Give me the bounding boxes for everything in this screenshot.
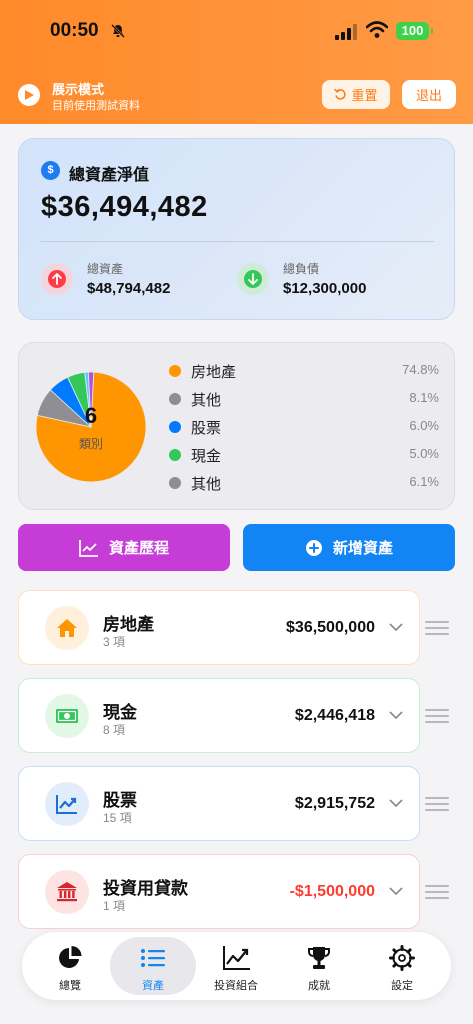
legend-percent: 6.1%	[409, 474, 439, 489]
drag-handle[interactable]	[425, 797, 449, 811]
category-count-unit: 類別	[78, 437, 103, 451]
total-liabilities-label: 總負債	[283, 262, 320, 276]
total-liabilities-value: $12,300,000	[283, 280, 367, 297]
asset-category-investment-loan[interactable]: 投資用貸款 1 項 -$1,500,000	[18, 854, 420, 929]
chevron-down-icon[interactable]	[389, 622, 403, 632]
reset-button[interactable]: 重置	[322, 80, 390, 109]
add-asset-label: 新增資產	[332, 540, 393, 557]
asset-name: 股票	[103, 791, 137, 810]
line-chart-icon	[223, 946, 250, 970]
reset-label: 重置	[351, 88, 378, 103]
chevron-down-icon[interactable]	[389, 886, 403, 896]
asset-category-real-estate[interactable]: 房地產 3 項 $36,500,000	[18, 590, 420, 665]
drag-handle[interactable]	[425, 621, 449, 635]
gear-icon	[389, 945, 415, 971]
asset-name: 房地產	[103, 615, 154, 634]
demo-mode-subtitle: 目前使用測試資料	[52, 100, 140, 112]
asset-history-button[interactable]: 資產歷程	[18, 524, 230, 571]
net-worth-value: $36,494,482	[41, 191, 208, 223]
legend-dot	[169, 449, 181, 461]
asset-category-cash[interactable]: 現金 8 項 $2,446,418	[18, 678, 420, 753]
tab-assets[interactable]: 資產	[110, 937, 196, 995]
bell-slash-icon	[111, 24, 125, 38]
legend-item: 現金 5.0%	[169, 444, 439, 466]
legend-label: 其他	[191, 476, 222, 493]
pie-chart-icon	[59, 946, 82, 968]
category-count: 6	[84, 403, 98, 428]
asset-name: 投資用貸款	[103, 879, 188, 898]
chart-up-icon	[45, 782, 89, 826]
legend-label: 其他	[191, 392, 222, 409]
tab-overview[interactable]: 總覽	[27, 937, 113, 995]
line-chart-icon	[79, 539, 98, 557]
legend-percent: 6.0%	[409, 418, 439, 433]
asset-history-label: 資產歷程	[108, 540, 169, 557]
total-assets-value: $48,794,482	[87, 280, 171, 297]
asset-amount: -$1,500,000	[289, 883, 375, 900]
asset-amount: $2,915,752	[294, 795, 375, 812]
chevron-down-icon[interactable]	[389, 710, 403, 720]
net-worth-card: $ 總資產淨值 $36,494,482 總資產 $48,794,482 總負債 …	[18, 138, 455, 320]
asset-count: 15 項	[103, 811, 132, 825]
legend-percent: 74.8%	[402, 362, 439, 377]
tab-label: 總覽	[59, 980, 81, 992]
legend-dot	[169, 393, 181, 405]
legend-item: 房地產 74.8%	[169, 360, 439, 382]
legend-dot	[169, 365, 181, 377]
house-icon	[45, 606, 89, 650]
plus-circle-icon	[305, 539, 322, 556]
asset-count: 1 項	[103, 899, 126, 913]
legend-item: 其他 8.1%	[169, 388, 439, 410]
add-asset-button[interactable]: 新增資產	[243, 524, 455, 571]
tab-portfolio[interactable]: 投資組合	[193, 937, 279, 995]
tab-bar: 總覽 資產 投資組合 成就 設定	[22, 932, 451, 1000]
total-assets-label: 總資產	[87, 262, 124, 276]
reset-icon	[334, 88, 347, 100]
legend-item: 股票 6.0%	[169, 416, 439, 438]
status-time: 00:50	[50, 20, 99, 41]
legend-label: 房地產	[191, 364, 237, 381]
banknote-icon	[45, 694, 89, 738]
category-distribution-card: 6 類別 房地產 74.8% 其他 8.1% 股票 6.0% 現金 5.0% 其…	[18, 342, 455, 510]
battery-indicator: 100	[396, 22, 433, 40]
tab-settings[interactable]: 設定	[359, 937, 445, 995]
tab-label: 設定	[391, 980, 413, 992]
chevron-down-icon[interactable]	[389, 798, 403, 808]
asset-category-stocks[interactable]: 股票 15 項 $2,915,752	[18, 766, 420, 841]
header: 00:50 100 展示模式 目前使用測試資料 重置 退出	[0, 0, 473, 124]
legend-percent: 5.0%	[409, 446, 439, 461]
dollar-icon: $	[41, 161, 60, 180]
exit-button[interactable]: 退出	[402, 80, 456, 109]
legend-percent: 8.1%	[409, 390, 439, 405]
net-worth-title: 總資產淨值	[69, 167, 150, 184]
asset-count: 3 項	[103, 635, 126, 649]
legend-dot	[169, 477, 181, 489]
drag-handle[interactable]	[425, 709, 449, 723]
bank-icon	[45, 870, 89, 914]
legend-dot	[169, 421, 181, 433]
tab-label: 成就	[308, 980, 330, 992]
arrow-up-icon	[41, 263, 73, 295]
signal-icon	[335, 24, 357, 40]
tab-label: 資產	[142, 980, 164, 992]
demo-mode-title: 展示模式	[52, 82, 105, 97]
tab-label: 投資組合	[214, 980, 258, 992]
asset-count: 8 項	[103, 723, 126, 737]
legend-label: 股票	[191, 420, 222, 437]
play-icon	[18, 84, 40, 106]
legend-label: 現金	[191, 448, 222, 465]
asset-name: 現金	[103, 703, 137, 722]
asset-amount: $2,446,418	[294, 707, 375, 724]
status-bar: 00:50 100	[0, 0, 473, 64]
tab-achievements[interactable]: 成就	[276, 937, 362, 995]
drag-handle[interactable]	[425, 885, 449, 899]
divider	[41, 241, 434, 242]
demo-mode-bar: 展示模式 目前使用測試資料 重置 退出	[0, 76, 473, 116]
legend-item: 其他 6.1%	[169, 472, 439, 494]
trophy-icon	[308, 947, 330, 969]
list-icon	[141, 949, 165, 967]
wifi-icon	[366, 21, 388, 38]
arrow-down-icon	[237, 263, 269, 295]
asset-amount: $36,500,000	[286, 619, 375, 636]
